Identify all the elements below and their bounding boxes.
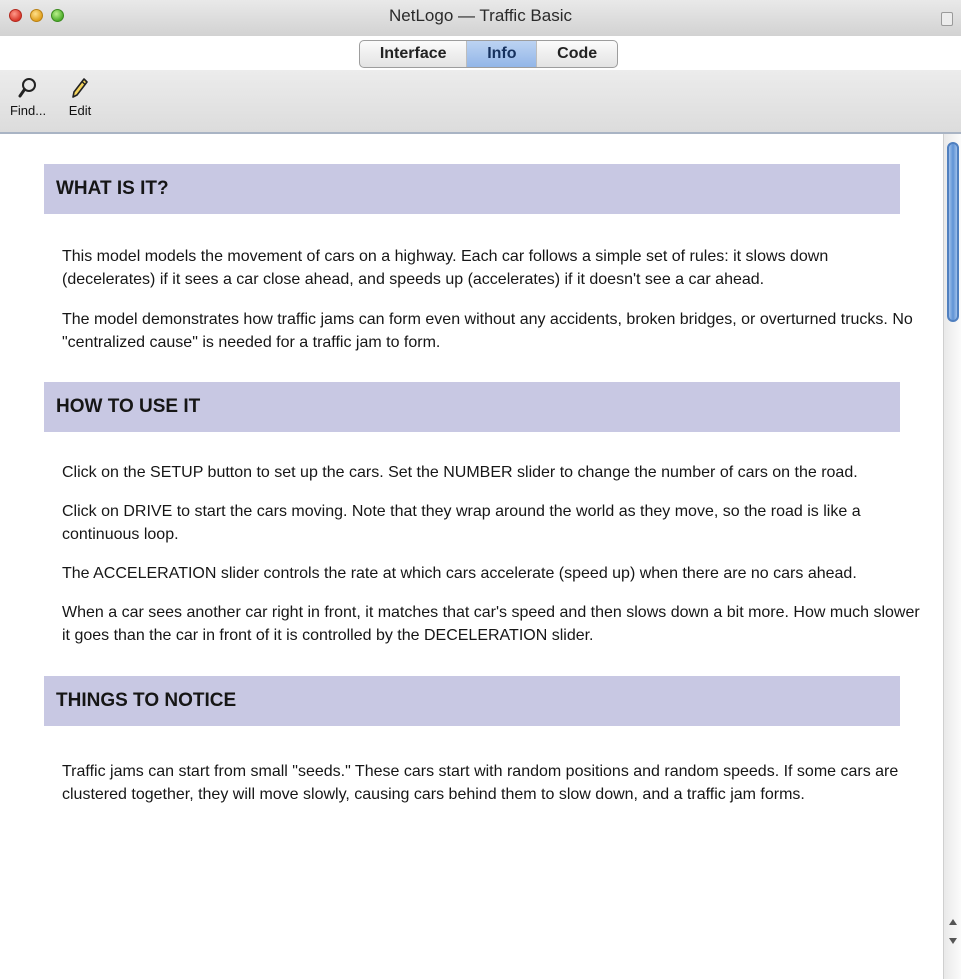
- scrollbar-thumb[interactable]: [947, 142, 959, 322]
- paragraph: Click on DRIVE to start the cars moving.…: [62, 503, 861, 543]
- find-label: Find...: [9, 103, 47, 118]
- magnifier-icon: [4, 76, 52, 102]
- edit-label: Edit: [68, 103, 92, 118]
- section-what-is-it: WHAT IS IT? This model models the moveme…: [44, 164, 913, 354]
- paragraph: This model models the movement of cars o…: [62, 248, 829, 288]
- paragraph: The ACCELERATION slider controls the rat…: [62, 565, 857, 582]
- find-button[interactable]: Find...: [4, 76, 52, 120]
- paragraph: Click on the SETUP button to set up the …: [62, 464, 858, 481]
- paragraph: When a car sees another car right in fro…: [62, 604, 920, 644]
- section-how-to-use-it: HOW TO USE IT Click on the SETUP button …: [44, 382, 920, 647]
- section-heading: THINGS TO NOTICE: [44, 676, 900, 726]
- section-heading: WHAT IS IT?: [44, 164, 900, 214]
- paragraph: The model demonstrates how traffic jams …: [62, 311, 913, 351]
- edit-button[interactable]: Edit: [60, 76, 100, 120]
- vertical-scrollbar[interactable]: [943, 134, 961, 979]
- tab-info[interactable]: Info: [466, 41, 537, 67]
- info-toolbar: Find... Edit: [0, 70, 961, 134]
- section-things-to-notice: THINGS TO NOTICE Traffic jams can start …: [44, 676, 900, 806]
- scroll-down-arrow-icon[interactable]: [949, 938, 957, 944]
- window-titlebar: NetLogo — Traffic Basic: [0, 0, 961, 36]
- section-heading: HOW TO USE IT: [44, 382, 900, 432]
- info-document-viewport[interactable]: WHAT IS IT? This model models the moveme…: [0, 134, 961, 979]
- window-title: NetLogo — Traffic Basic: [389, 6, 572, 25]
- info-document: WHAT IS IT? This model models the moveme…: [44, 164, 920, 806]
- tab-interface[interactable]: Interface: [360, 41, 466, 67]
- scroll-up-arrow-icon[interactable]: [949, 919, 957, 925]
- view-tabs: Interface Info Code: [359, 40, 618, 68]
- paragraph: Traffic jams can start from small "seeds…: [62, 763, 899, 803]
- tab-code[interactable]: Code: [536, 41, 617, 67]
- pencil-icon: [60, 76, 100, 102]
- toolbar-toggle-icon[interactable]: [941, 12, 953, 26]
